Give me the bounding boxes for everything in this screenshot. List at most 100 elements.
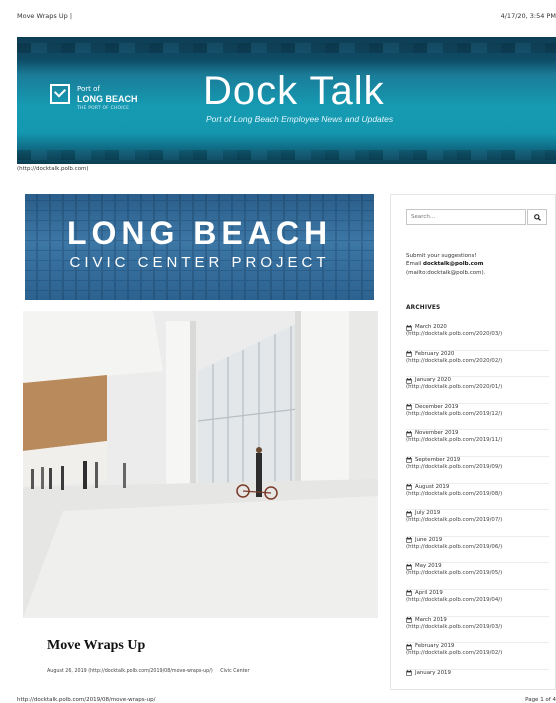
archive-month-row: March 2020 <box>406 324 549 331</box>
archive-item[interactable]: December 2019 (http://docktalk.polb.com/2… <box>406 404 549 431</box>
archive-month: February 2020 <box>415 350 455 357</box>
article-category-link[interactable]: Civic Center <box>220 669 249 674</box>
archive-item[interactable]: March 2020 (http://docktalk.polb.com/2020… <box>406 324 549 351</box>
archive-month-row: January 2020 <box>406 377 549 384</box>
search-input[interactable] <box>406 209 526 225</box>
archive-url: (http://docktalk.polb.com/2019/03/) <box>406 623 503 630</box>
suggestions-text: Submit your suggestions! Email docktalk@… <box>406 252 551 277</box>
calendar-icon <box>406 537 412 543</box>
port-logo-icon <box>50 84 70 104</box>
article-date-link[interactable]: August 26, 2019 (http://docktalk.polb.co… <box>47 669 213 674</box>
archive-month: May 2019 <box>415 563 442 570</box>
archive-url: (http://docktalk.polb.com/2019/09/) <box>406 463 503 470</box>
archive-url: (http://docktalk.polb.com/2020/03/) <box>406 331 503 337</box>
archive-url: (http://docktalk.polb.com/2019/08/) <box>406 490 503 497</box>
logo-tagline: THE PORT OF CHOICE <box>77 106 130 111</box>
archive-item[interactable]: August 2019 (http://docktalk.polb.com/201… <box>406 484 549 511</box>
calendar-icon <box>406 404 412 410</box>
calendar-icon <box>406 377 412 384</box>
lobby-photo <box>23 311 378 618</box>
archive-url: (http://docktalk.polb.com/2019/06/) <box>406 543 503 550</box>
archive-url: (http://docktalk.polb.com/2019/04/) <box>406 596 503 603</box>
archive-month-row: November 2019 <box>406 430 549 437</box>
civic-banner-line1: LONG BEACH <box>66 215 333 251</box>
archive-month: January 2020 <box>415 377 451 384</box>
article-meta: August 26, 2019 (http://docktalk.polb.co… <box>47 669 255 674</box>
civic-center-banner: LONG BEACH CIVIC CENTER PROJECT <box>25 194 374 300</box>
site-title: Dock Talk <box>203 69 385 113</box>
archive-item[interactable]: July 2019 (http://docktalk.polb.com/2019/… <box>406 510 549 537</box>
archive-url: (http://docktalk.polb.com/2019/02/) <box>406 650 503 657</box>
calendar-icon <box>406 590 412 597</box>
archive-url: (http://docktalk.polb.com/2020/02/) <box>406 357 503 364</box>
archive-item[interactable]: November 2019 (http://docktalk.polb.com/2… <box>406 430 549 457</box>
article-title: Move Wraps Up <box>47 638 146 653</box>
archive-month-row: July 2019 <box>406 510 549 517</box>
archive-url: (http://docktalk.polb.com/2019/07/) <box>406 517 503 524</box>
archive-url: (http://docktalk.polb.com/2019/11/) <box>406 437 503 444</box>
email-line: Email docktalk@polb.com <box>406 260 551 268</box>
archive-item[interactable]: February 2019 (http://docktalk.polb.com/2… <box>406 643 549 670</box>
lobby-photo-illustration <box>23 311 378 618</box>
print-footer: http://docktalk.polb.com/2019/08/move-wr… <box>17 697 556 703</box>
calendar-icon <box>406 617 412 623</box>
archive-month-row: May 2019 <box>406 563 549 570</box>
archive-item[interactable]: September 2019 (http://docktalk.polb.com/… <box>406 457 549 484</box>
archive-month-row: June 2019 <box>406 537 549 544</box>
archive-month-row: March 2019 <box>406 617 549 624</box>
mailto-link[interactable]: (mailto:docktalk@polb.com). <box>406 269 551 277</box>
search-icon <box>533 213 541 221</box>
archive-item[interactable]: March 2019 (http://docktalk.polb.com/2019… <box>406 617 549 644</box>
calendar-icon <box>406 643 412 650</box>
archive-month: January 2019 <box>415 669 451 676</box>
print-header: Move Wraps Up | 4/17/20, 3:54 PM <box>17 12 556 24</box>
archive-month-row: December 2019 <box>406 404 549 411</box>
archive-month: November 2019 <box>415 430 459 437</box>
calendar-icon <box>406 430 412 437</box>
archive-month-row: September 2019 <box>406 457 549 464</box>
dock-talk-banner[interactable]: Port of LONG BEACH THE PORT OF CHOICE Do… <box>17 37 556 164</box>
print-footer-url: http://docktalk.polb.com/2019/08/move-wr… <box>17 697 156 703</box>
calendar-icon <box>406 563 412 570</box>
archive-item[interactable]: May 2019 (http://docktalk.polb.com/2019/0… <box>406 563 549 590</box>
archive-month: March 2019 <box>415 616 447 623</box>
logo-port-of: Port of <box>77 85 100 93</box>
print-header-datetime: 4/17/20, 3:54 PM <box>500 12 556 20</box>
archive-item[interactable]: February 2020 (http://docktalk.polb.com/2… <box>406 351 549 378</box>
archive-month: June 2019 <box>415 536 443 543</box>
archive-item[interactable]: April 2019 (http://docktalk.polb.com/2019… <box>406 590 549 617</box>
archive-month-row: February 2019 <box>406 643 549 650</box>
archive-item[interactable]: June 2019 (http://docktalk.polb.com/2019/… <box>406 537 549 564</box>
archive-list: March 2020 (http://docktalk.polb.com/2020… <box>406 324 549 689</box>
archive-month-row: January 2019 <box>406 670 549 677</box>
archive-month: September 2019 <box>415 456 461 463</box>
email-prefix: Email <box>406 261 424 268</box>
archive-item[interactable]: January 2019 <box>406 670 549 689</box>
archive-month: August 2019 <box>415 483 450 490</box>
archive-month-row: August 2019 <box>406 484 549 491</box>
archives-heading: ARCHIVES <box>406 305 441 311</box>
suggestions-line: Submit your suggestions! <box>406 253 477 259</box>
archive-month: February 2019 <box>415 643 455 650</box>
archive-month-row: February 2020 <box>406 351 549 358</box>
logo-long-beach: LONG BEACH <box>77 94 138 104</box>
home-link[interactable]: (http://docktalk.polb.com) <box>17 166 89 172</box>
search-button[interactable] <box>527 209 547 225</box>
calendar-icon <box>406 324 412 331</box>
email-link[interactable]: docktalk@polb.com <box>423 261 483 267</box>
archive-month-row: April 2019 <box>406 590 549 597</box>
civic-banner-line2: CIVIC CENTER PROJECT <box>69 254 330 271</box>
calendar-icon <box>406 510 412 517</box>
archive-month: April 2019 <box>415 589 443 596</box>
archive-url: (http://docktalk.polb.com/2020/01/) <box>406 384 503 391</box>
banner-stripe-top <box>17 43 556 53</box>
banner-stripe-bottom <box>17 150 556 160</box>
archive-month: December 2019 <box>415 403 459 410</box>
sidebar: Submit your suggestions! Email docktalk@… <box>390 194 556 690</box>
archive-url: (http://docktalk.polb.com/2019/12/) <box>406 410 503 417</box>
archive-month: March 2020 <box>415 324 447 330</box>
archive-item[interactable]: January 2020 (http://docktalk.polb.com/20… <box>406 377 549 404</box>
archive-url: (http://docktalk.polb.com/2019/05/) <box>406 570 503 577</box>
calendar-icon <box>406 457 412 464</box>
print-footer-page: Page 1 of 4 <box>525 697 556 703</box>
